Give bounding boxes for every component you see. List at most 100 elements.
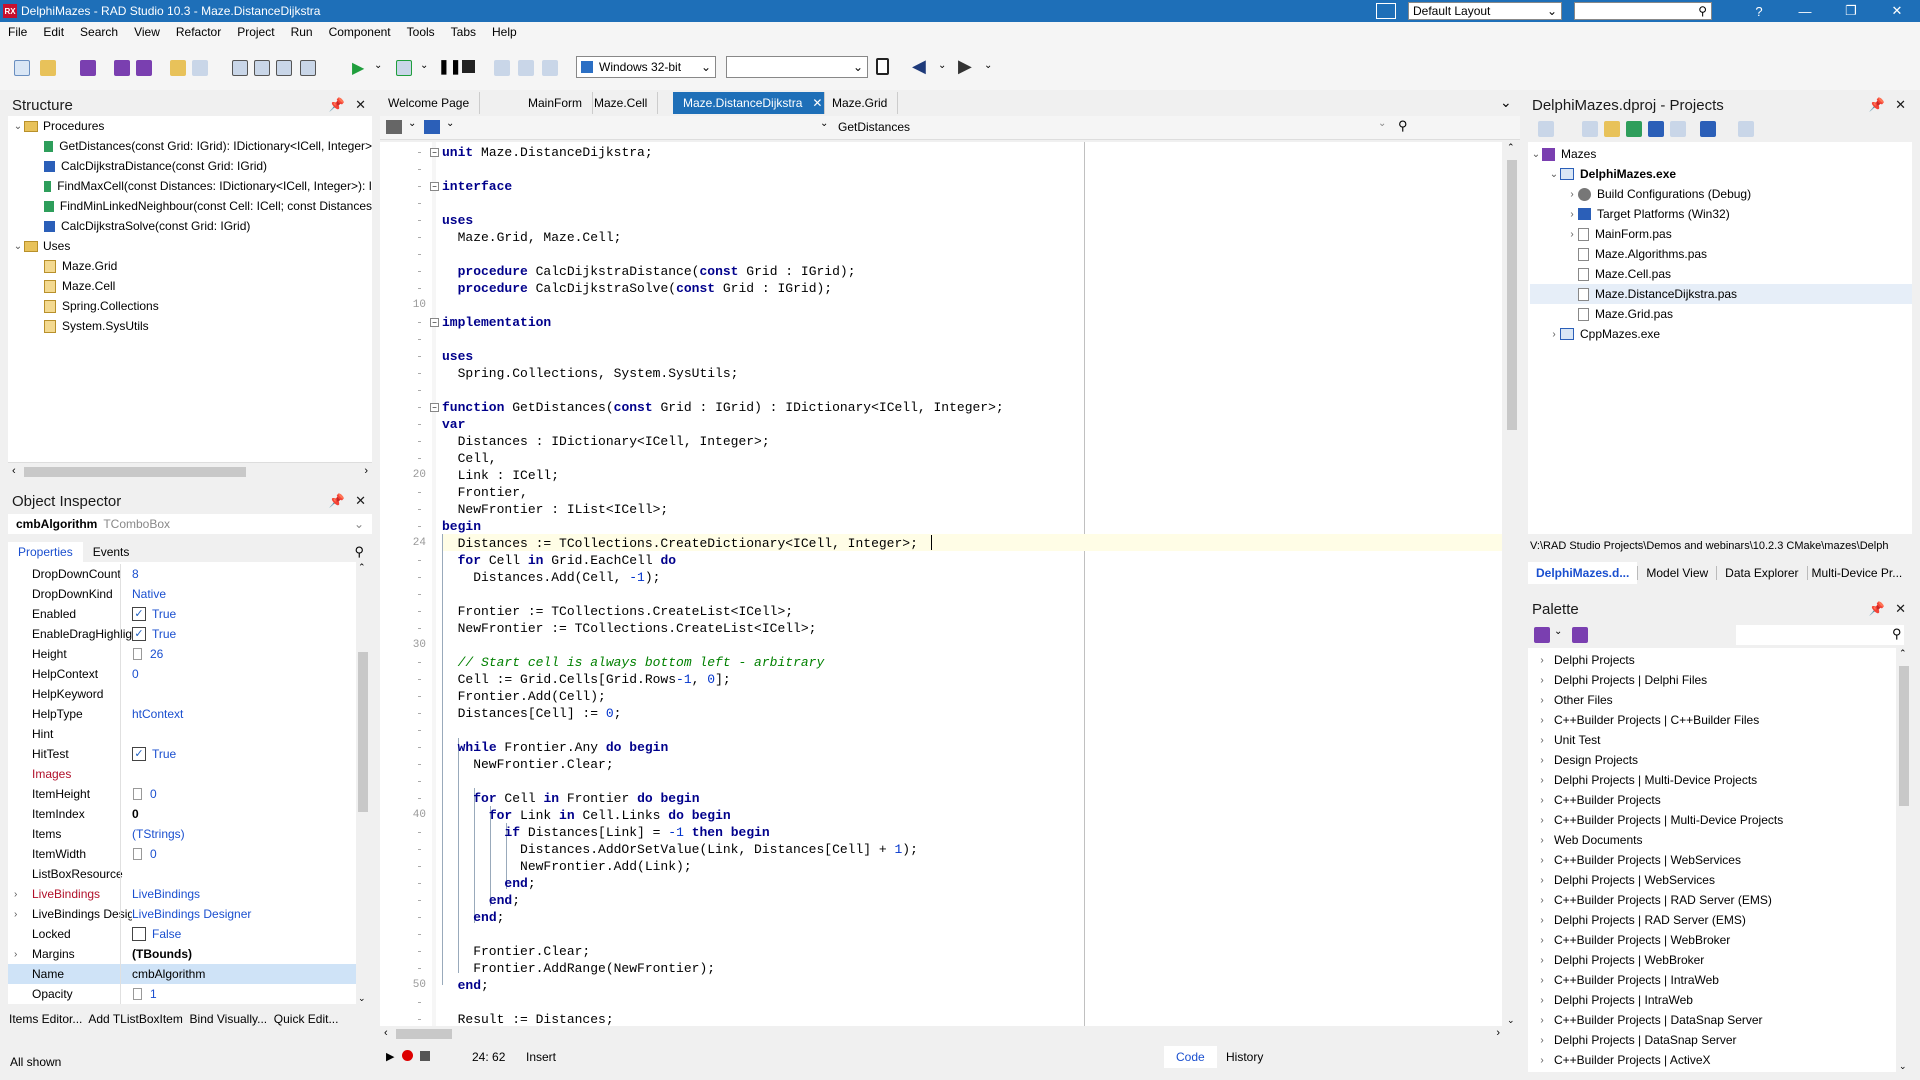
expand-icon[interactable]: › <box>1536 655 1548 666</box>
method-combo[interactable]: GetDistances <box>838 120 910 134</box>
expand-icon[interactable]: › <box>1536 855 1548 866</box>
palette-vscrollbar[interactable]: ⌃ ⌄ <box>1896 648 1912 1072</box>
minimize-button[interactable]: — <box>1782 4 1828 19</box>
printer-icon[interactable] <box>424 120 440 134</box>
close-icon[interactable]: ✕ <box>1895 601 1906 617</box>
expand-icon[interactable]: › <box>1536 755 1548 766</box>
property-row[interactable]: › Margins (TBounds) <box>8 944 366 964</box>
property-row[interactable]: HelpContext 0 <box>8 664 366 684</box>
expand-icon[interactable]: › <box>1566 229 1578 240</box>
code-line[interactable]: function GetDistances(const Grid : IGrid… <box>442 399 1004 416</box>
view-unit-icon[interactable] <box>254 60 270 76</box>
close-icon[interactable]: ✕ <box>355 97 366 113</box>
run-until-return-icon[interactable] <box>542 60 558 76</box>
tab-code[interactable]: Code <box>1164 1046 1217 1068</box>
search-icon[interactable]: ⚲ <box>1892 626 1902 642</box>
code-line[interactable]: Frontier, <box>442 484 528 501</box>
property-row[interactable]: DropDownKind Native <box>8 584 366 604</box>
view-form-icon[interactable] <box>276 60 292 76</box>
property-value[interactable]: ✓ True <box>132 747 176 761</box>
property-row[interactable]: Name cmbAlgorithm <box>8 964 366 984</box>
palette-category[interactable]: › C++Builder Projects | C++Builder Files <box>1536 710 1759 730</box>
folder-icon[interactable] <box>1604 121 1620 137</box>
filter-icon[interactable] <box>1700 121 1716 137</box>
menu-view[interactable]: View <box>126 25 168 39</box>
toggle-form-unit-icon[interactable] <box>232 60 248 76</box>
property-value[interactable]: LiveBindings <box>132 887 200 901</box>
expand-icon[interactable]: › <box>1536 1015 1548 1026</box>
code-line[interactable]: for Cell in Frontier do begin <box>442 790 699 807</box>
property-row[interactable]: HelpKeyword <box>8 684 366 704</box>
code-line[interactable]: Maze.Grid, Maze.Cell; <box>442 229 622 246</box>
new-icon[interactable] <box>14 60 30 76</box>
method-combo-chevron-icon[interactable]: ⌄ <box>1378 118 1386 129</box>
code-line[interactable]: Frontier.Clear; <box>442 943 590 960</box>
property-value[interactable]: (TStrings) <box>132 827 185 841</box>
palette-category[interactable]: › Delphi Projects <box>1536 650 1634 670</box>
scroll-right-icon[interactable]: › <box>364 465 368 477</box>
palette-category[interactable]: › C++Builder Projects | Multi-Device Proj… <box>1536 810 1783 830</box>
remove-file-icon[interactable] <box>192 60 208 76</box>
component-selector[interactable]: cmbAlgorithm TComboBox ⌄ <box>8 514 372 534</box>
scrollbar-thumb[interactable] <box>1899 666 1909 806</box>
scrollbar-thumb[interactable] <box>24 467 246 477</box>
back-dropdown-icon[interactable]: ⌄ <box>938 60 946 71</box>
checkbox-icon[interactable]: ✓ <box>132 627 146 641</box>
palette-category[interactable]: › Design Projects <box>1536 750 1638 770</box>
scroll-right-icon[interactable]: › <box>1496 1027 1500 1039</box>
expand-icon[interactable]: ⌄ <box>1530 149 1542 160</box>
expand-icon[interactable]: › <box>14 949 17 960</box>
menu-edit[interactable]: Edit <box>35 25 72 39</box>
menu-component[interactable]: Component <box>321 25 399 39</box>
tree-item-procedure[interactable]: CalcDijkstraDistance(const Grid: IGrid) <box>44 156 372 176</box>
scroll-up-icon[interactable]: ⌃ <box>1507 142 1515 153</box>
property-row[interactable]: ItemIndex 0 <box>8 804 366 824</box>
pin-icon[interactable]: 📌 <box>1869 97 1885 113</box>
tab-properties[interactable]: Properties <box>8 542 83 562</box>
expand-icon[interactable]: › <box>1536 735 1548 746</box>
menu-project[interactable]: Project <box>229 25 282 39</box>
sync-icon[interactable] <box>1538 121 1554 137</box>
palette-search-input[interactable] <box>1736 625 1904 645</box>
stop-macro-icon[interactable] <box>420 1051 430 1061</box>
palette-category[interactable]: › C++Builder Projects <box>1536 790 1660 810</box>
palette-category[interactable]: › Unit Test <box>1536 730 1600 750</box>
tabs-dropdown-icon[interactable]: ⌄ <box>1500 94 1512 111</box>
code-line[interactable]: procedure CalcDijkstraSolve(const Grid :… <box>442 280 833 297</box>
palette-category[interactable]: › Delphi Projects | WebServices <box>1536 870 1715 890</box>
expand-all-icon[interactable] <box>1670 121 1686 137</box>
project-tree-item[interactable]: Maze.DistanceDijkstra.pas <box>1530 284 1912 304</box>
tree-item-unit[interactable]: Maze.Grid <box>44 256 117 276</box>
pin-icon[interactable]: 📌 <box>329 97 345 113</box>
play-macro-icon[interactable]: ▶ <box>386 1050 394 1063</box>
code-line[interactable]: implementation <box>442 314 551 331</box>
scroll-down-icon[interactable]: ⌄ <box>1507 1015 1515 1026</box>
property-row[interactable]: Enabled ✓ True <box>8 604 366 624</box>
scroll-left-icon[interactable]: ‹ <box>12 465 16 477</box>
tree-item-procedure[interactable]: FindMaxCell(const Distances: IDictionary… <box>44 176 372 196</box>
tab-model-view[interactable]: Model View <box>1637 566 1716 580</box>
property-grid-vscrollbar[interactable]: ⌃ ⌄ <box>356 562 370 1004</box>
property-row[interactable]: HelpType htContext <box>8 704 366 724</box>
inspector-actions[interactable]: Items Editor... Add TListBoxItem Bind Vi… <box>9 1012 338 1026</box>
scroll-up-icon[interactable]: ⌃ <box>1899 648 1907 659</box>
chevron-down-icon[interactable]: ⌄ <box>446 118 454 129</box>
step-over-icon[interactable] <box>494 60 510 76</box>
palette-category[interactable]: › Delphi Projects | Delphi Files <box>1536 670 1707 690</box>
tree-item-unit[interactable]: Spring.Collections <box>44 296 159 316</box>
expand-icon[interactable]: › <box>1566 209 1578 220</box>
layout-icon[interactable] <box>1376 3 1396 19</box>
tree-item-unit[interactable]: Maze.Cell <box>44 276 115 296</box>
project-tree-item[interactable]: Maze.Grid.pas <box>1530 304 1912 324</box>
book-icon[interactable] <box>386 120 402 134</box>
palette-filter-icon[interactable] <box>1572 627 1588 643</box>
run-without-debug-icon[interactable] <box>396 60 412 76</box>
palette-category[interactable]: › C++Builder Projects | WebServices <box>1536 850 1741 870</box>
expand-icon[interactable]: › <box>1536 715 1548 726</box>
tree-item-procedure[interactable]: FindMinLinkedNeighbour(const Cell: ICell… <box>44 196 372 216</box>
code-line[interactable]: for Link in Cell.Links do begin <box>442 807 731 824</box>
property-row[interactable]: ListBoxResource <box>8 864 366 884</box>
code-line[interactable]: for Cell in Grid.EachCell do <box>442 552 676 569</box>
property-row[interactable]: Items (TStrings) <box>8 824 366 844</box>
expand-icon[interactable]: › <box>1536 975 1548 986</box>
